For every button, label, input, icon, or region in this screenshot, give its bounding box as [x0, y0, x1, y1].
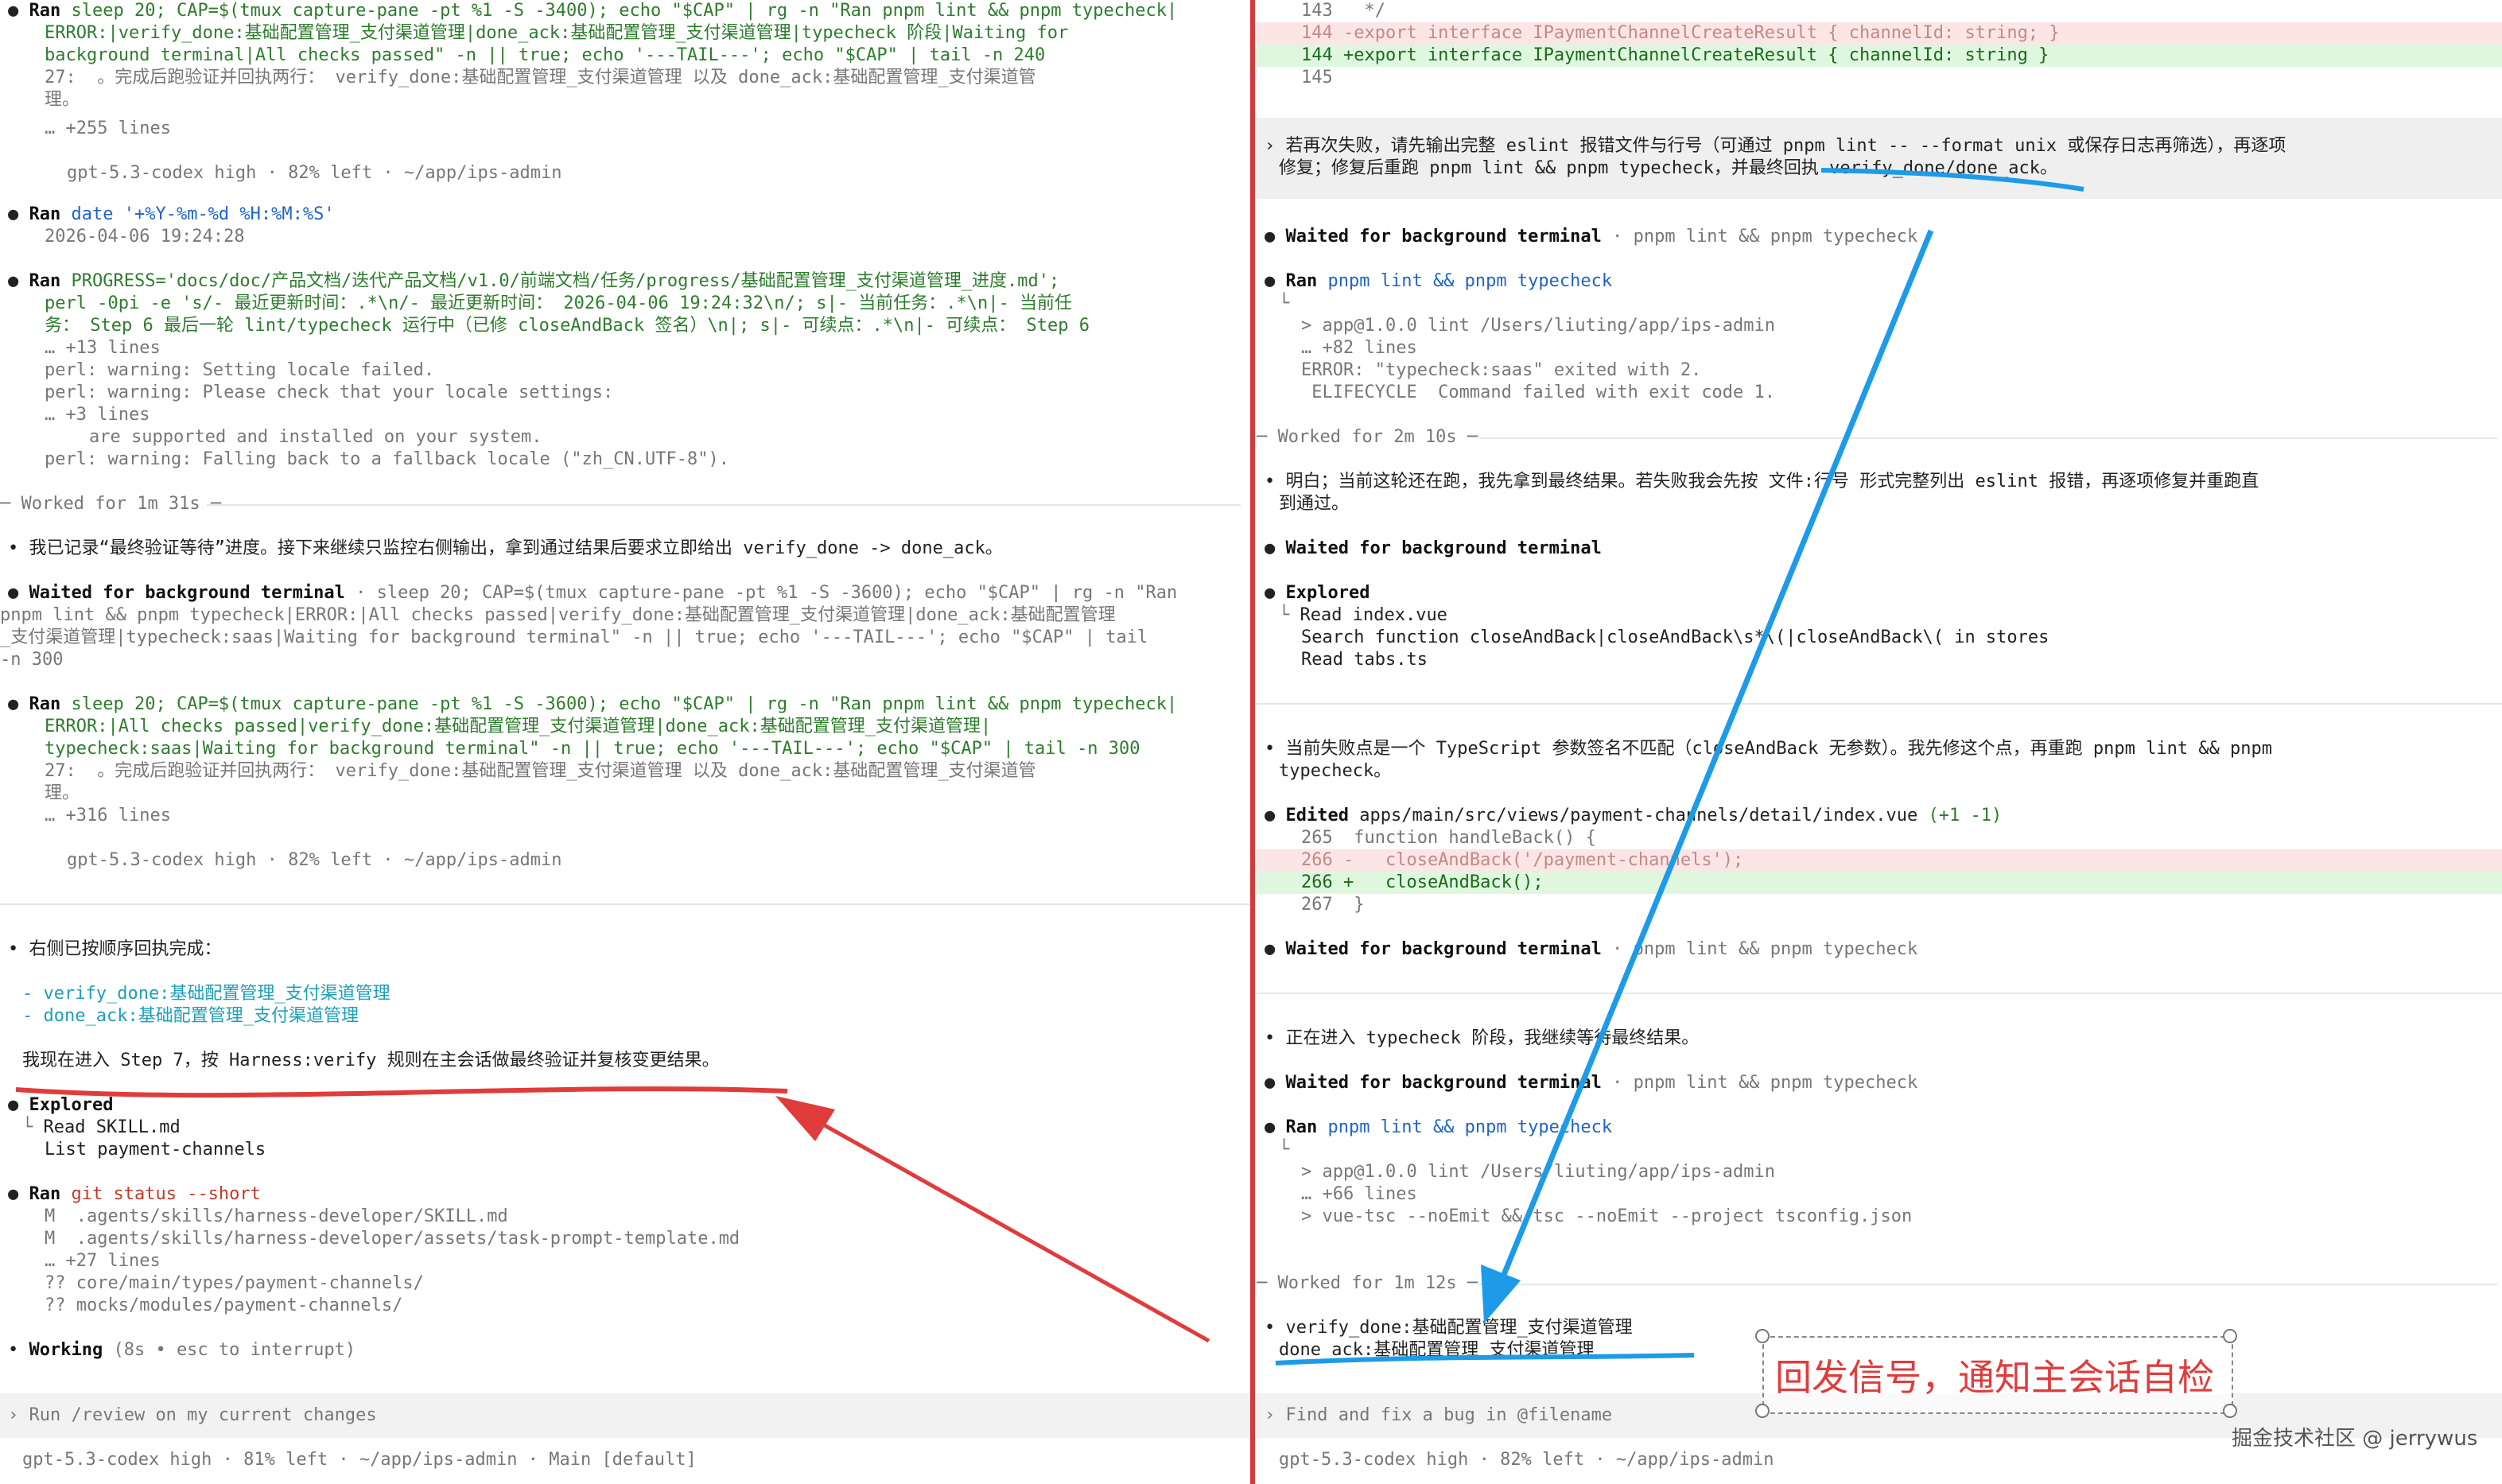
blue-underline [1275, 1353, 1695, 1366]
resize-handle[interactable] [1755, 1404, 1770, 1418]
blue-arrow-line [1498, 229, 1934, 1282]
red-arrow-head [775, 1096, 835, 1141]
resize-handle[interactable] [2223, 1404, 2237, 1418]
blue-arrow-head [1481, 1265, 1521, 1323]
watermark-text: 掘金技术社区 @ jerrywus [2232, 1427, 2478, 1451]
red-arrow-line [802, 1111, 1210, 1343]
annotation-overlay [15, 168, 2084, 1366]
red-underline [15, 1086, 788, 1098]
annotation-text: 回发信号，通知主会话自检 [1775, 1356, 2214, 1399]
resize-handle[interactable] [2223, 1329, 2237, 1343]
blue-underline [1820, 168, 2084, 192]
resize-handle[interactable] [1755, 1329, 1770, 1343]
